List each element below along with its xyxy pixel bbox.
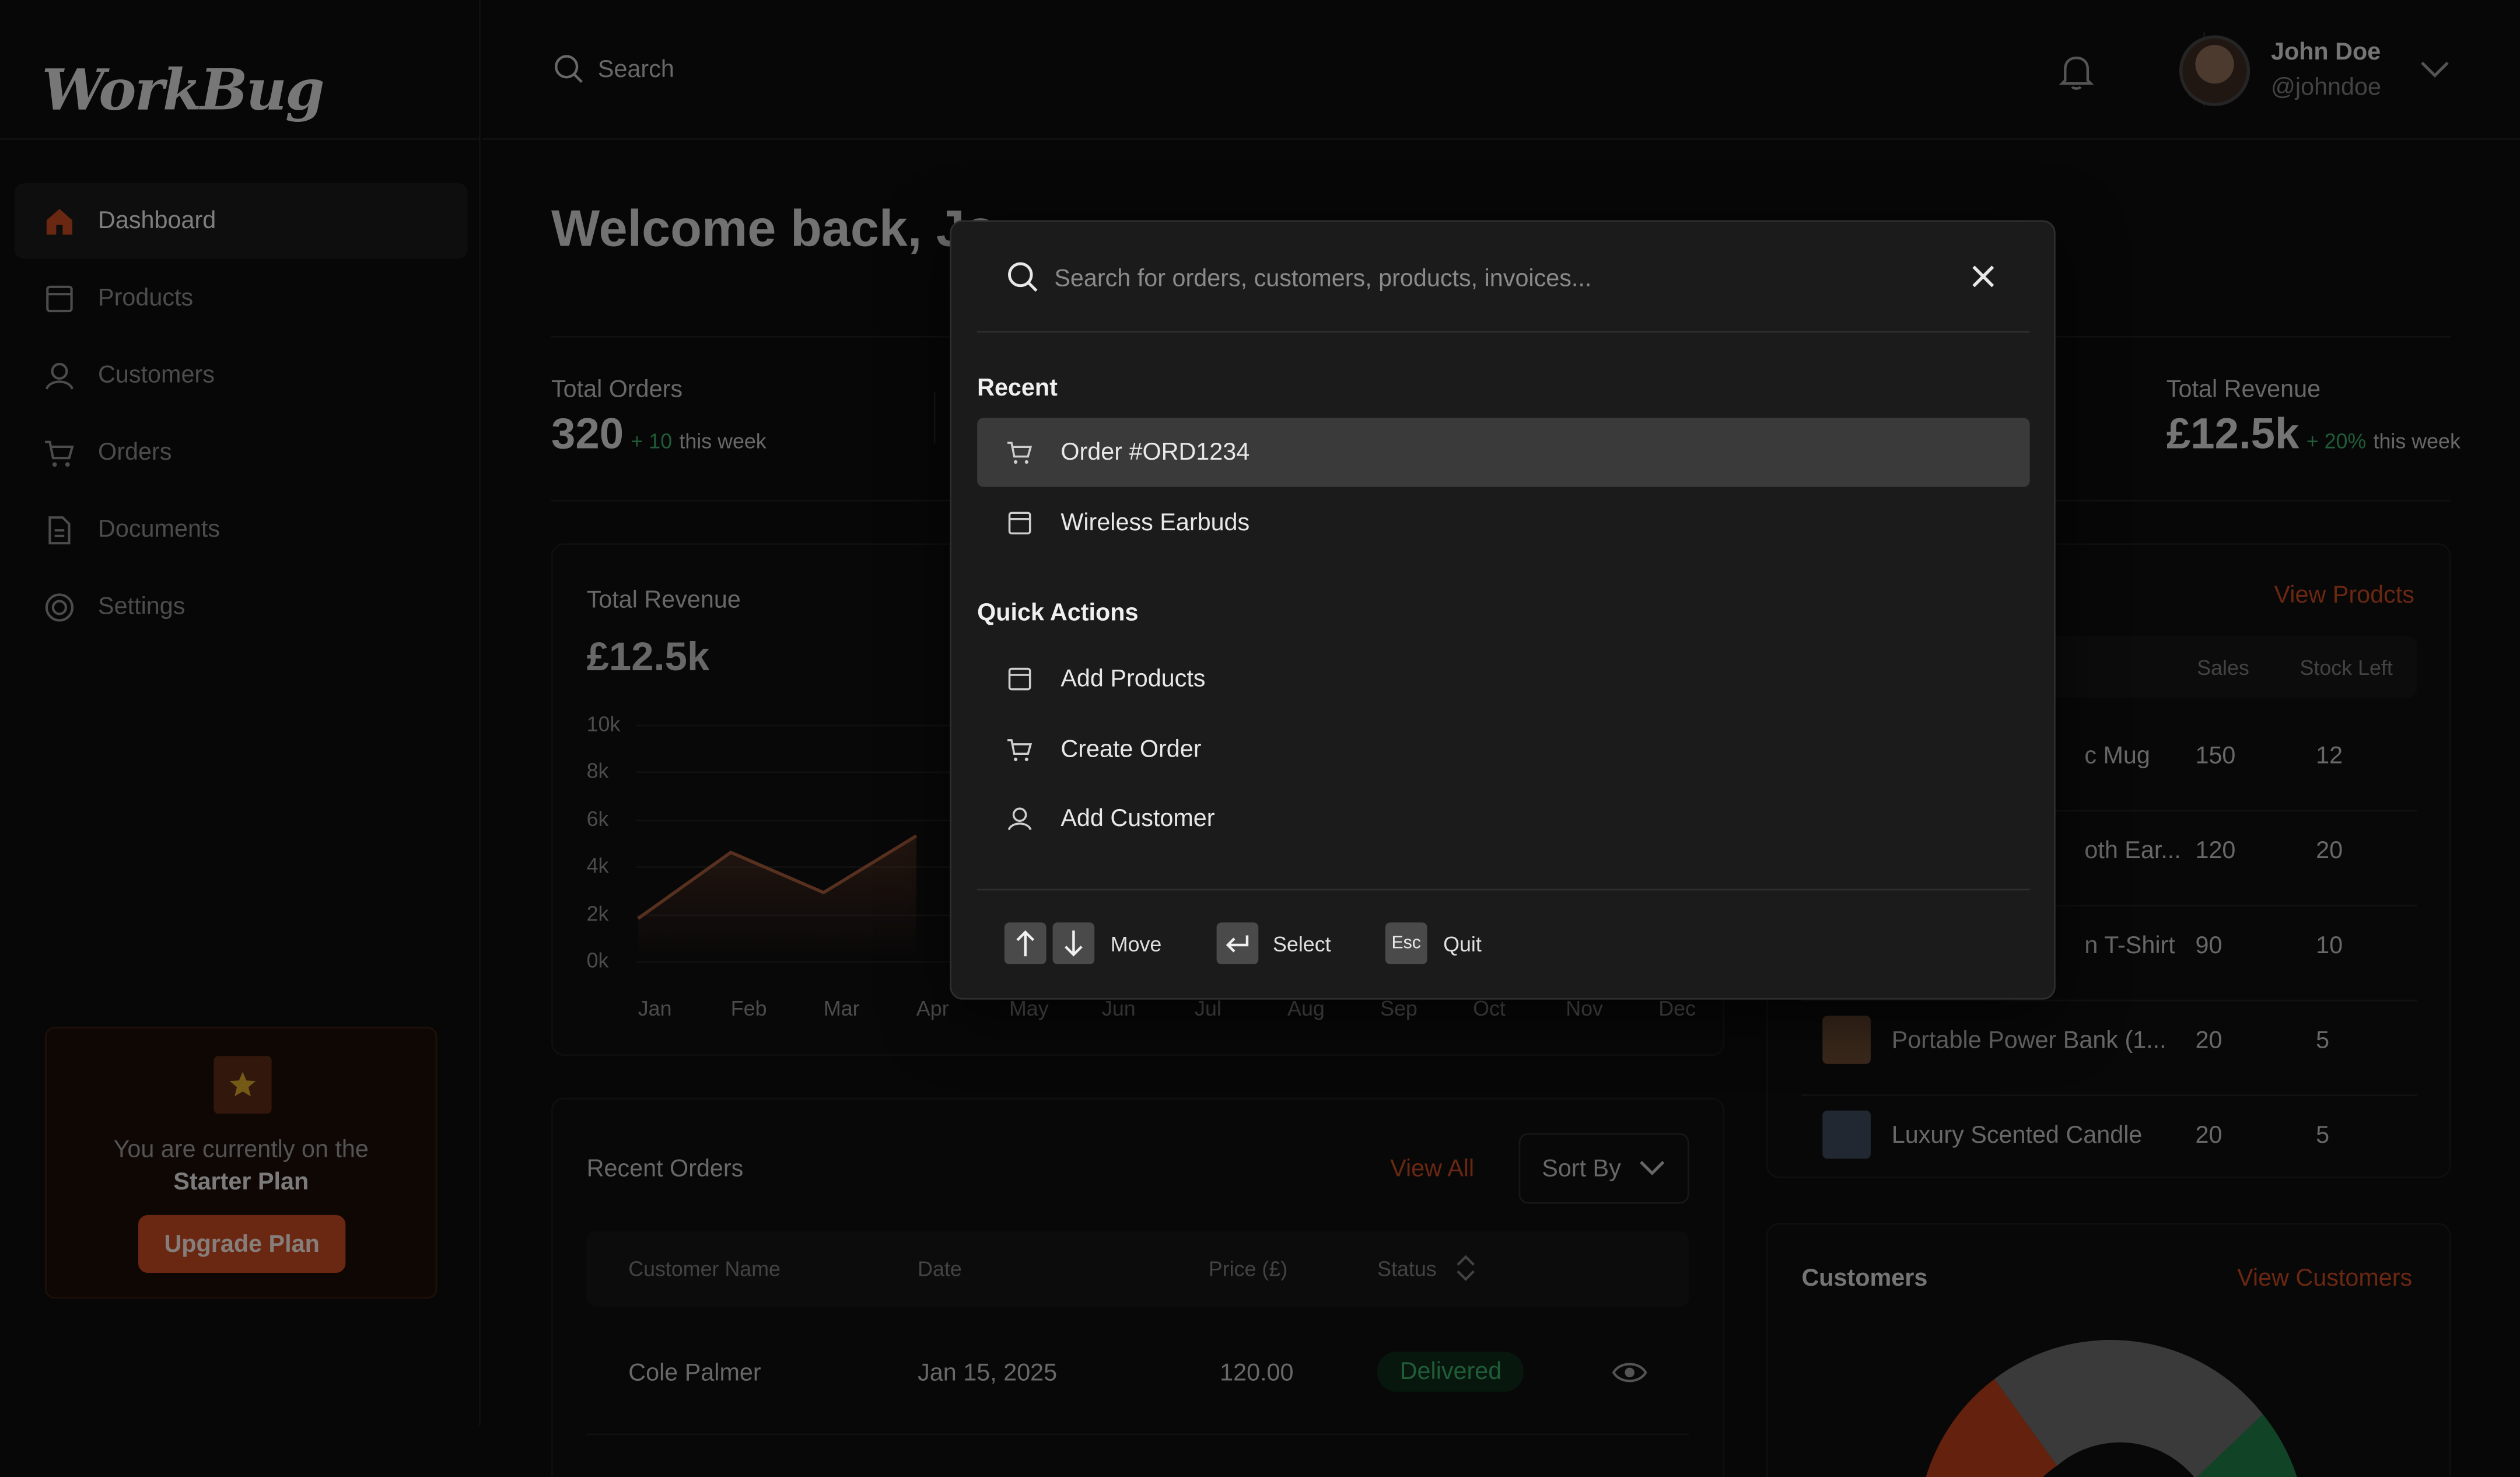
palette-item-order[interactable]: Order #ORD1234 bbox=[977, 418, 2030, 487]
user-icon bbox=[1007, 807, 1032, 831]
cart-icon bbox=[1007, 739, 1032, 761]
palette-item-product[interactable]: Wireless Earbuds bbox=[977, 489, 2030, 558]
arrow-down-key bbox=[1052, 922, 1095, 965]
command-search-input[interactable] bbox=[1054, 260, 1890, 296]
palette-item-create-order[interactable]: Create Order bbox=[977, 715, 2030, 784]
move-hint: Move bbox=[1110, 932, 1162, 957]
recent-section-label: Recent bbox=[977, 374, 1058, 402]
palette-item-label: Add Products bbox=[1060, 665, 1206, 693]
palette-item-label: Wireless Earbuds bbox=[1060, 509, 1250, 537]
palette-item-add-products[interactable]: Add Products bbox=[977, 645, 2030, 713]
palette-item-add-customer[interactable]: Add Customer bbox=[977, 784, 2030, 853]
command-palette: Recent Order #ORD1234 Wireless Earbuds Q… bbox=[950, 220, 2056, 1000]
quick-actions-label: Quick Actions bbox=[977, 599, 1139, 627]
close-icon[interactable] bbox=[1967, 260, 1999, 292]
palette-item-label: Order #ORD1234 bbox=[1060, 439, 1250, 466]
quit-hint: Quit bbox=[1443, 932, 1482, 957]
divider bbox=[977, 331, 2030, 333]
esc-key: Esc bbox=[1385, 922, 1427, 965]
box-icon bbox=[1008, 667, 1031, 691]
arrow-up-icon bbox=[1016, 930, 1035, 957]
palette-item-label: Create Order bbox=[1060, 736, 1202, 764]
arrow-down-icon bbox=[1065, 930, 1083, 957]
arrow-up-key bbox=[1004, 922, 1046, 965]
enter-icon bbox=[1226, 935, 1249, 953]
select-hint: Select bbox=[1273, 932, 1331, 957]
divider bbox=[977, 888, 2030, 891]
search-icon bbox=[1008, 262, 1038, 292]
box-icon bbox=[1008, 512, 1031, 535]
cart-icon bbox=[1007, 442, 1032, 464]
palette-item-label: Add Customer bbox=[1060, 805, 1215, 833]
enter-key bbox=[1216, 922, 1259, 965]
